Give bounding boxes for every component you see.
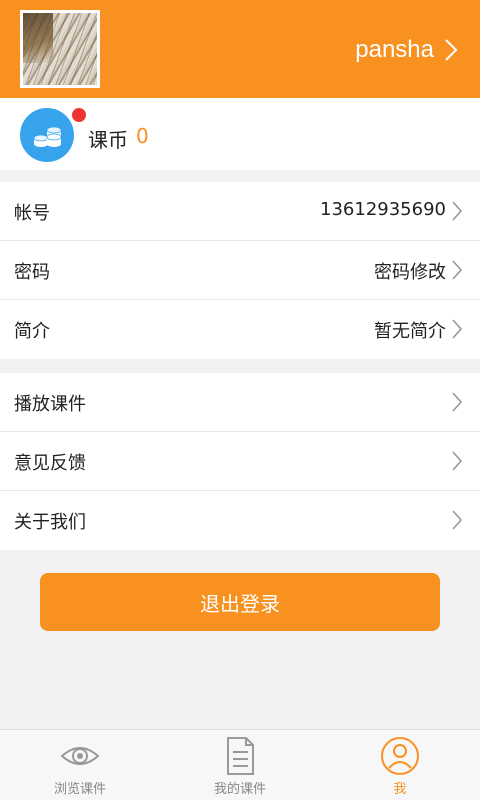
chevron-right-icon bbox=[452, 451, 462, 471]
coin-value: 0 bbox=[136, 124, 149, 148]
coin-label: 课币 bbox=[88, 128, 128, 152]
logout-button[interactable]: 退出登录 bbox=[40, 573, 440, 631]
profile-header[interactable]: pansha bbox=[0, 0, 480, 98]
user-icon bbox=[381, 737, 419, 775]
chevron-right-icon bbox=[452, 201, 462, 221]
row-label: 播放课件 bbox=[14, 394, 86, 415]
chevron-right-icon bbox=[452, 260, 462, 280]
row-value: 13612935690 bbox=[320, 199, 446, 220]
tab-my-courseware[interactable]: 我的课件 bbox=[160, 730, 320, 800]
row-label: 简介 bbox=[14, 321, 50, 342]
tab-me[interactable]: 我 bbox=[320, 730, 480, 800]
about-us-row[interactable]: 关于我们 bbox=[0, 491, 480, 550]
coins-icon bbox=[20, 108, 74, 162]
row-label: 关于我们 bbox=[14, 512, 86, 533]
avatar-image bbox=[23, 13, 97, 85]
misc-group: 播放课件 意见反馈 关于我们 bbox=[0, 373, 480, 550]
account-row[interactable]: 帐号 13612935690 bbox=[0, 182, 480, 241]
row-label: 帐号 bbox=[14, 203, 50, 224]
tab-label: 我 bbox=[393, 782, 407, 797]
row-value: 暂无简介 bbox=[374, 321, 446, 342]
feedback-row[interactable]: 意见反馈 bbox=[0, 432, 480, 491]
row-label: 意见反馈 bbox=[14, 453, 86, 474]
row-value: 密码修改 bbox=[374, 262, 446, 283]
tab-label: 我的课件 bbox=[213, 782, 266, 797]
play-courseware-row[interactable]: 播放课件 bbox=[0, 373, 480, 432]
tab-label: 浏览课件 bbox=[53, 782, 106, 797]
chevron-right-icon bbox=[452, 319, 462, 339]
coin-row[interactable] bbox=[0, 98, 480, 170]
document-icon bbox=[227, 737, 254, 775]
password-row[interactable]: 密码 密码修改 bbox=[0, 241, 480, 300]
bio-row[interactable]: 简介 暂无简介 bbox=[0, 300, 480, 359]
notification-badge bbox=[72, 108, 86, 122]
row-label: 密码 bbox=[14, 262, 50, 283]
avatar[interactable] bbox=[20, 10, 100, 88]
account-settings-group: 帐号 13612935690 密码 密码修改 简介 暂无简介 bbox=[0, 182, 480, 359]
chevron-right-icon bbox=[445, 39, 458, 61]
chevron-right-icon bbox=[452, 392, 462, 412]
username: pansha bbox=[355, 36, 434, 63]
chevron-right-icon bbox=[452, 510, 462, 530]
bottom-tab-bar: 浏览课件 我的课件 我 bbox=[0, 729, 480, 800]
eye-icon bbox=[60, 747, 100, 765]
tab-browse-courseware[interactable]: 浏览课件 bbox=[0, 730, 160, 800]
